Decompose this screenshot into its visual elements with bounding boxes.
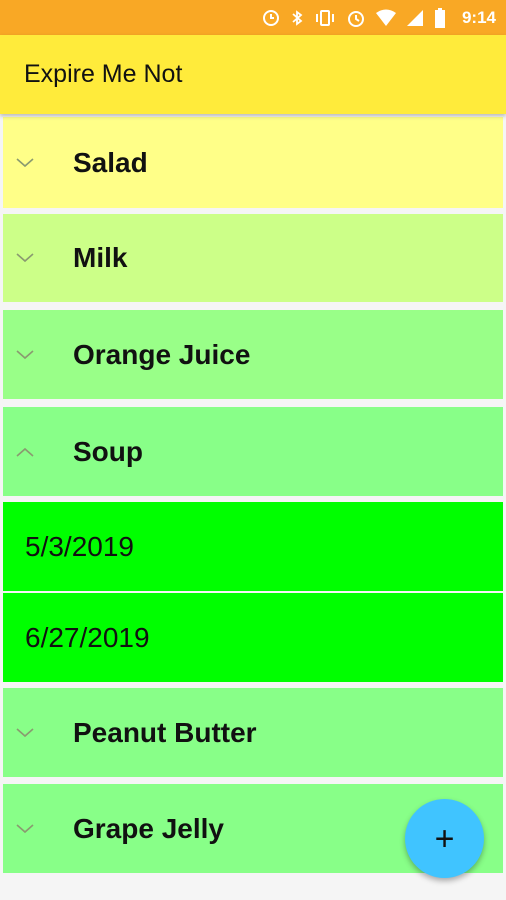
sync-icon xyxy=(262,9,280,27)
app-title: Expire Me Not xyxy=(24,60,183,88)
list-item[interactable]: Salad xyxy=(3,117,503,208)
list-subitem[interactable]: 5/3/2019 xyxy=(3,502,503,591)
chevron-down-icon xyxy=(3,252,73,264)
clock: 9:14 xyxy=(461,7,496,27)
chevron-down-icon xyxy=(3,157,73,169)
list-item-label: Orange Juice xyxy=(73,338,251,370)
vibrate-icon xyxy=(314,9,336,27)
app-bar: Expire Me Not xyxy=(0,35,506,114)
list-item[interactable]: Peanut Butter xyxy=(3,688,503,777)
expiry-date: 5/3/2019 xyxy=(25,530,134,562)
list-item-label: Soup xyxy=(73,435,143,467)
bluetooth-icon xyxy=(290,9,304,27)
alarm-icon xyxy=(346,8,366,28)
chevron-up-icon xyxy=(3,446,73,458)
list-item[interactable]: Milk xyxy=(3,214,503,302)
battery-icon xyxy=(434,7,446,28)
list-item-label: Grape Jelly xyxy=(73,812,224,844)
chevron-down-icon xyxy=(3,727,73,739)
list-item[interactable]: Orange Juice xyxy=(3,310,503,399)
signal-icon xyxy=(406,9,424,27)
list-item-label: Salad xyxy=(73,146,148,178)
list-item-label: Milk xyxy=(73,242,128,273)
list-item-label: Peanut Butter xyxy=(73,716,257,748)
status-bar: 9:14 xyxy=(0,0,506,35)
add-item-button[interactable]: + xyxy=(405,799,484,878)
chevron-down-icon xyxy=(3,823,73,835)
wifi-icon xyxy=(375,9,396,27)
chevron-down-icon xyxy=(3,349,73,361)
expiry-date: 6/27/2019 xyxy=(25,621,150,653)
list-subitem[interactable]: 6/27/2019 xyxy=(3,593,503,682)
plus-icon: + xyxy=(434,819,455,858)
list-item[interactable]: Soup xyxy=(3,407,503,496)
